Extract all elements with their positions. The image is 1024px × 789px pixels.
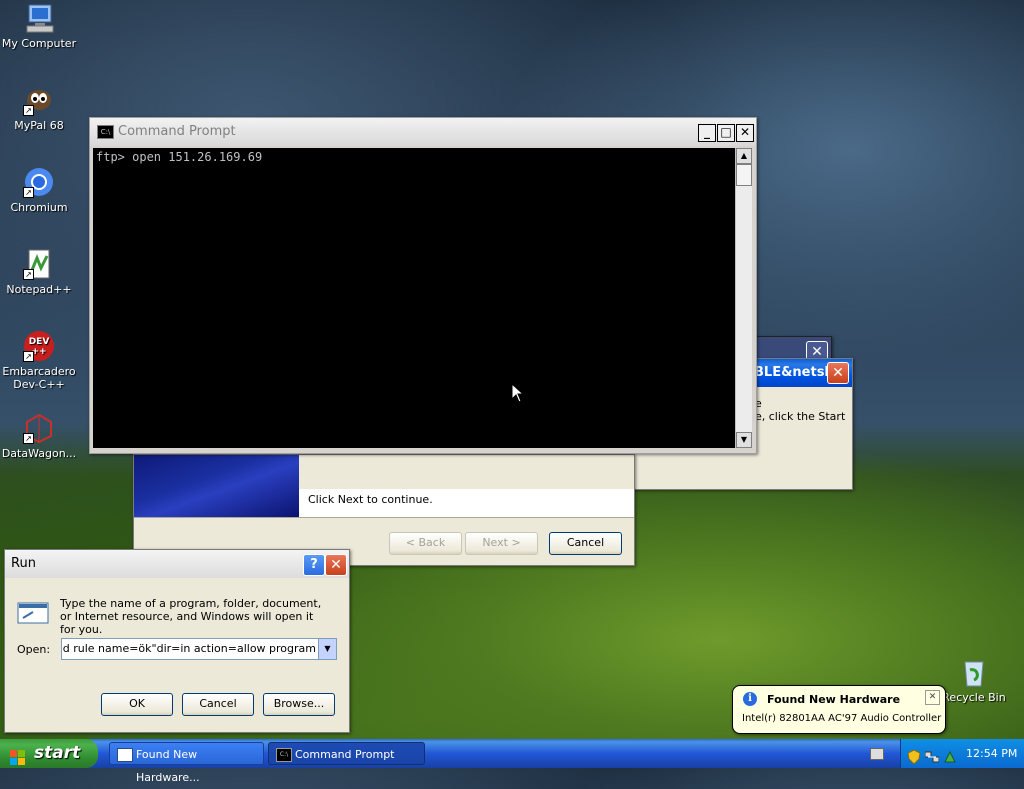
taskbar-item-command-prompt[interactable]: C:\ Command Prompt [268,742,425,765]
cmd-titlebar[interactable]: C:\ Command Prompt _ □ ✕ [90,118,756,146]
taskbar-item-label: Command Prompt [295,748,395,761]
wizard-banner [134,455,299,517]
start-label: start [34,743,81,763]
chromium-icon: ↗ [23,166,55,198]
run-titlebar[interactable]: Run ? ✕ [5,550,349,578]
open-dropdown-button[interactable]: ▼ [318,638,337,660]
run-dialog: Run ? ✕ Type the name of a program, fold… [4,549,350,733]
info-icon: i [743,692,757,706]
run-description: Type the name of a program, folder, docu… [60,597,322,636]
close-button[interactable]: ✕ [736,124,754,142]
run-cancel-button[interactable]: Cancel [182,693,254,716]
hardware-wizard-icon [117,748,133,762]
open-input[interactable]: wall add rule name=ök"dir=in action=allo… [61,638,319,660]
windows-logo-icon [10,746,26,765]
network-icon[interactable] [924,746,940,775]
run-title: Run [11,556,36,571]
open-input-value: wall add rule name=ök"dir=in action=allo… [62,642,316,655]
cmd-icon: C:\ [276,748,292,762]
desktop-icon-notepadpp[interactable]: ↗ Notepad++ [0,248,78,296]
taskbar: start Found New Hardware... C:\ Command … [0,739,1024,784]
command-prompt-window: C:\ Command Prompt _ □ ✕ ftp> open 151.2… [89,117,757,454]
start-button[interactable]: start [0,739,98,768]
desktop-icon-label: MyPal 68 [14,119,64,132]
scroll-thumb[interactable] [736,164,752,186]
netsh-dialog-title: BLE&netsh [754,365,834,380]
wizard-body-text: Click Next to continue. [308,493,433,506]
recycle-bin-icon [958,656,990,688]
desktop-icon-my-computer[interactable]: My Computer [0,2,78,50]
scroll-down-icon[interactable]: ▼ [736,432,752,448]
desktop-icon-label: Embarcadero Dev-C++ [2,365,76,391]
svg-text:DEV: DEV [29,337,50,347]
desktop-icon-mypal[interactable]: ↗ MyPal 68 [0,84,78,132]
mypal-icon: ↗ [23,84,55,116]
wizard-back-button[interactable]: < Back [389,532,462,555]
taskbar-item-found-new-hardware[interactable]: Found New Hardware... [109,742,264,784]
maximize-button[interactable]: □ [717,124,735,142]
desktop-icon-chromium[interactable]: ↗ Chromium [0,166,78,214]
wizard-separator [134,517,634,518]
cmd-console-line: ftp> open 151.26.169.69 [96,150,263,164]
desktop-icon-label: Recycle Bin [942,691,1006,704]
desktop-icon-label: My Computer [1,37,77,50]
taskbar-item-label: Found New Hardware... [136,748,200,784]
cmd-icon: C:\ [97,125,114,139]
cmd-scrollbar[interactable]: ▲ ▼ [735,148,752,448]
desktop-icon-label: Notepad++ [6,283,72,296]
balloon-text: Intel(r) 82801AA AC'97 Audio Controller [742,713,942,724]
desktop-icon-devcpp[interactable]: DEV ++ ↗ Embarcadero Dev-C++ [0,330,78,391]
desktop-icon-label: DataWagon... [1,447,77,460]
wizard-cancel-button[interactable]: Cancel [549,532,622,555]
minimize-button[interactable]: _ [698,124,716,142]
clock[interactable]: 12:54 PM [966,739,1017,768]
run-browse-button[interactable]: Browse... [263,693,335,716]
notepad-plus-plus-icon: ↗ [23,248,55,280]
datawagon-icon: ↗ [23,412,55,444]
netsh-dialog-text-2: e, click the Start [755,410,846,423]
scroll-up-icon[interactable]: ▲ [736,148,752,164]
run-ok-button[interactable]: OK [101,693,173,716]
desktop-icon-datawagon[interactable]: ↗ DataWagon... [0,412,78,460]
system-tray: 12:54 PM [900,739,1024,768]
found-hardware-balloon[interactable]: i Found New Hardware ✕ Intel(r) 82801AA … [732,685,946,734]
safely-remove-hardware-icon[interactable] [943,746,957,775]
wizard-next-button[interactable]: Next > [465,532,538,555]
mouse-cursor-icon [511,383,523,403]
run-program-icon [17,600,51,627]
run-close-button[interactable]: ✕ [325,554,347,576]
computer-icon [23,2,55,34]
netsh-dialog-close-button[interactable]: ✕ [827,362,849,384]
keyboard-icon[interactable] [870,748,884,760]
security-shield-icon[interactable] [907,746,921,775]
cmd-console[interactable]: ftp> open 151.26.169.69 [93,148,735,448]
balloon-close-button[interactable]: ✕ [925,690,940,705]
open-label: Open: [17,643,51,656]
devcpp-icon: DEV ++ ↗ [23,330,55,362]
desktop-icon-label: Chromium [10,201,68,214]
desktop-icon-recycle-bin[interactable]: Recycle Bin [935,656,1013,704]
cmd-title: Command Prompt [118,124,236,139]
balloon-title: Found New Hardware [767,693,901,706]
help-button[interactable]: ? [303,554,325,576]
